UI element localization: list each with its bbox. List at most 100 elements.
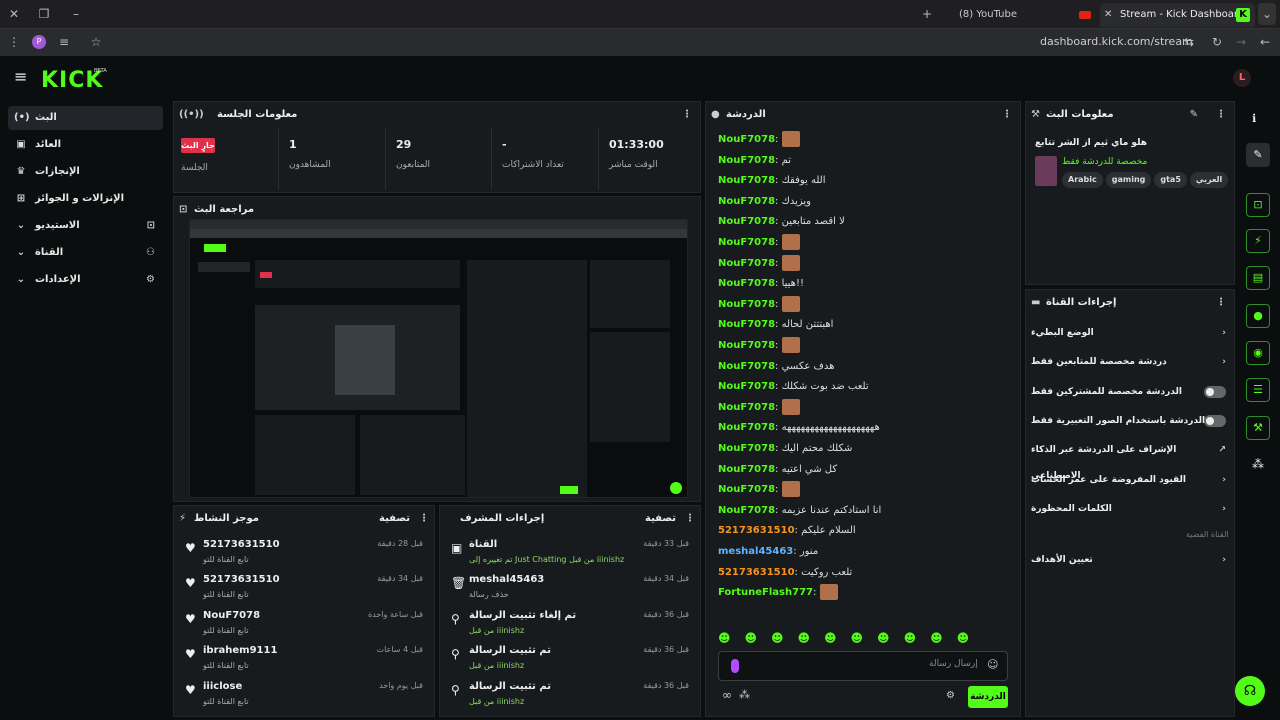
chat-username[interactable]: NouF7078	[718, 196, 775, 207]
close-tab-icon[interactable]: ✕	[1104, 3, 1112, 27]
mod-action-item[interactable]: ⚲ تم تثبيت الرسالة من قبل iiinishz قبل 36 د…	[447, 679, 697, 713]
chat-username[interactable]: meshal45463	[718, 546, 793, 557]
user-avatar[interactable]: L	[1233, 69, 1251, 87]
mic-icon[interactable]	[731, 659, 739, 673]
tab-search-icon[interactable]: ⌄	[1258, 3, 1276, 25]
chat-input[interactable]: إرسال رسالة ☺	[718, 651, 1008, 681]
set-goals-row[interactable]: تعيين الأهداف ›	[1031, 547, 1226, 573]
chat-username[interactable]: NouF7078	[718, 381, 775, 392]
chat-username[interactable]: NouF7078	[718, 237, 775, 248]
chat-username[interactable]: 52173631510	[718, 567, 795, 578]
info-icon[interactable]: ℹ	[1252, 112, 1256, 125]
tag-chip[interactable]: gaming	[1105, 172, 1152, 188]
chat-toggle-icon[interactable]: ●	[1246, 304, 1270, 328]
tag-chip[interactable]: Arabic	[1062, 172, 1103, 188]
menu-dots-icon[interactable]: ⋮	[6, 28, 22, 56]
media-control-icon[interactable]: ≡	[56, 28, 72, 56]
chat-username[interactable]: FortuneFlash777	[718, 587, 813, 598]
banned-words-row[interactable]: الكلمات المحظورة ›	[1031, 496, 1226, 522]
chat-username[interactable]: NouF7078	[718, 505, 775, 516]
site-settings-icon[interactable]: ⇆	[1182, 28, 1196, 56]
chat-username[interactable]: NouF7078	[718, 340, 775, 351]
mod-action-item[interactable]: ⚲ تم إلغاء تثبيت الرسالة من قبل iiinishz قب…	[447, 608, 697, 642]
chat-username[interactable]: NouF7078	[718, 402, 775, 413]
slow-mode-row[interactable]: الوضع البطيء ›	[1031, 320, 1226, 346]
infinity-icon[interactable]: ∞	[722, 688, 732, 702]
chat-username[interactable]: NouF7078	[718, 155, 775, 166]
mod-filter-button[interactable]: تصفية	[645, 506, 676, 532]
hamburger-menu-icon[interactable]: ≡	[14, 68, 28, 86]
emote-bar[interactable]: ☻☻☻☻☻☻☻☻☻☻	[718, 629, 1008, 647]
sidebar-item-achievements[interactable]: ♛ الإنجازات	[8, 160, 163, 184]
back-icon[interactable]: ←	[1258, 28, 1272, 56]
document-toggle-icon[interactable]: ▤	[1246, 266, 1270, 290]
ai-moderation-row[interactable]: الإشراف على الدردشة عبر الذكاء الاصطناعي…	[1031, 437, 1226, 481]
chat-username[interactable]: NouF7078	[718, 443, 775, 454]
filter-options-icon[interactable]: ⋮	[685, 506, 695, 532]
chat-username[interactable]: NouF7078	[718, 319, 775, 330]
activity-item[interactable]: ♥ NouF7078 تابع القناة للتو قبل ساعة واحدة	[181, 608, 431, 642]
wrench-toggle-icon[interactable]: ⚒	[1246, 416, 1270, 440]
tab-youtube[interactable]: (8) YouTube	[945, 4, 1100, 26]
more-options-icon[interactable]: ⋮	[1002, 102, 1012, 128]
filter-options-icon[interactable]: ⋮	[419, 506, 429, 532]
chat-username[interactable]: NouF7078	[718, 278, 775, 289]
mod-action-item[interactable]: 🗑 meshal45463 حذف رسالة قبل 34 دقيقة	[447, 572, 697, 606]
edit-pencil-icon[interactable]: ✎	[1190, 102, 1198, 128]
more-options-icon[interactable]: ⋮	[1216, 290, 1226, 316]
subscribers-only-toggle[interactable]	[1204, 386, 1226, 398]
chat-username[interactable]: NouF7078	[718, 422, 775, 433]
activity-filter-button[interactable]: تصفية	[379, 506, 410, 532]
chat-username[interactable]: NouF7078	[718, 134, 775, 145]
sidebar-item-revenue[interactable]: ▣ العائد	[8, 133, 163, 157]
forward-icon[interactable]: →	[1234, 28, 1248, 56]
chat-username[interactable]: NouF7078	[718, 299, 775, 310]
help-support-icon[interactable]: ☊	[1235, 676, 1265, 706]
more-widgets-icon[interactable]: ⁂	[1252, 457, 1264, 471]
emote-only-toggle[interactable]	[1204, 415, 1226, 427]
chat-username[interactable]: NouF7078	[718, 175, 775, 186]
followers-only-row[interactable]: دردشة مخصصة للمتابعين فقط ›	[1031, 349, 1226, 375]
chat-username[interactable]: NouF7078	[718, 258, 775, 269]
more-options-icon[interactable]: ⋮	[682, 102, 692, 128]
chat-username[interactable]: 52173631510	[718, 525, 795, 536]
mod-toggle-icon[interactable]: ☰	[1246, 378, 1270, 402]
activity-item[interactable]: ♥ ibrahem9111 تابع القناة للتو قبل 4 ساعات	[181, 643, 431, 677]
tab-kick-dashboard[interactable]: ✕ Stream - Kick Dashboard K	[1100, 3, 1255, 27]
mod-action-item[interactable]: ▣ القناة تم تغييره إلى Just Chatting من قب…	[447, 537, 697, 571]
chat-settings-icon[interactable]: ⚙	[946, 690, 955, 701]
new-tab-icon[interactable]: +	[918, 0, 936, 28]
close-window-icon[interactable]: ✕	[4, 0, 24, 28]
minimize-window-icon[interactable]: –	[66, 0, 86, 28]
activity-item[interactable]: ♥ 52173631510 تابع القناة للتو قبل 28 دقيقة	[181, 537, 431, 571]
chat-username[interactable]: NouF7078	[718, 216, 775, 227]
chat-username[interactable]: NouF7078	[718, 361, 775, 372]
more-options-icon[interactable]: ⋮	[1216, 102, 1226, 128]
tag-chip[interactable]: العربي	[1189, 172, 1228, 188]
lightning-toggle-icon[interactable]: ⚡	[1246, 229, 1270, 253]
bookmark-star-icon[interactable]: ☆	[88, 28, 104, 56]
sidebar-item-channel[interactable]: ⌄ القناة ⚇	[8, 241, 163, 265]
sidebar-item-stream[interactable]: (•) البث	[8, 106, 163, 130]
edit-layout-icon[interactable]: ✎	[1246, 143, 1270, 167]
reload-icon[interactable]: ↻	[1210, 28, 1224, 56]
url-field[interactable]: dashboard.kick.com/stream	[1040, 33, 1193, 51]
emoji-icon[interactable]: ☺	[987, 658, 998, 671]
activity-item[interactable]: ♥ iiiclose تابع القناة للتو قبل يوم واحد	[181, 679, 431, 713]
activity-item[interactable]: ♥ 52173631510 تابع القناة للتو قبل 34 دقيقة	[181, 572, 431, 606]
restore-window-icon[interactable]: ❐	[34, 0, 54, 28]
preview-toggle-icon[interactable]: ⊡	[1246, 193, 1270, 217]
tag-chip[interactable]: gta5	[1154, 172, 1187, 188]
profile-avatar-icon[interactable]: P	[32, 35, 46, 49]
sidebar-item-drops[interactable]: ⊞ الإنزالات و الجوائز	[8, 187, 163, 211]
stream-preview-video[interactable]	[189, 219, 688, 498]
sidebar-item-settings[interactable]: ⌄ الإعدادات ⚙	[8, 268, 163, 292]
broadcast-toggle-icon[interactable]: ◉	[1246, 341, 1270, 365]
account-age-row[interactable]: القيود المفروضة على عمر الحساب ›	[1031, 467, 1226, 493]
points-icon[interactable]: ⁂	[739, 688, 750, 701]
sidebar-item-studio[interactable]: ⌄ الاستيديو ⊡	[8, 214, 163, 238]
chat-send-button[interactable]: الدردشة	[968, 686, 1008, 708]
stream-category[interactable]: مخصصة للدردشة فقط	[1062, 157, 1147, 167]
mod-action-item[interactable]: ⚲ تم تثبيت الرسالة من قبل iiinishz قبل 36 د…	[447, 643, 697, 677]
chat-username[interactable]: NouF7078	[718, 464, 775, 475]
